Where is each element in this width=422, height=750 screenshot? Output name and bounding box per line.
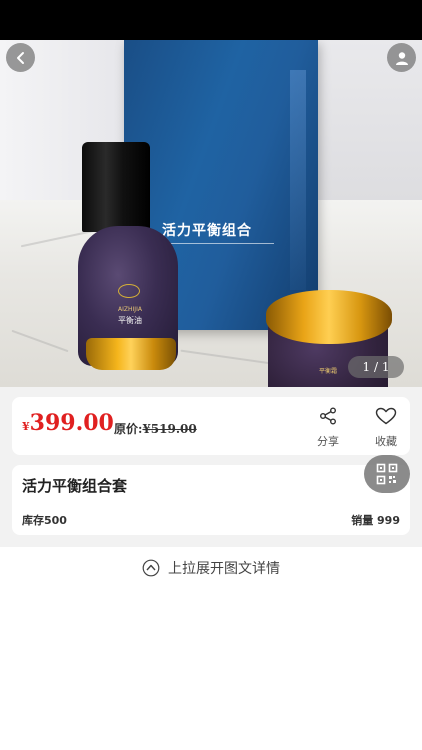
- sales-count: 销量 999: [351, 514, 400, 527]
- heart-outline-icon: [375, 407, 397, 425]
- back-button[interactable]: [6, 43, 35, 72]
- user-icon: [395, 51, 408, 65]
- bottle-name: 平衡油: [118, 316, 142, 325]
- price-amount: 399.00: [29, 410, 114, 436]
- price-card: ¥399.00 原价:¥519.00 分享 收藏: [12, 397, 410, 455]
- current-price: ¥399.00: [22, 410, 114, 436]
- share-button[interactable]: 分享: [308, 407, 348, 449]
- price-currency: ¥: [22, 420, 30, 433]
- box-title: 活力平衡组合: [162, 223, 252, 239]
- original-price: 原价:¥519.00: [114, 420, 197, 437]
- pull-up-text: 上拉展开图文详情: [168, 561, 280, 577]
- status-bar: [0, 0, 422, 40]
- product-info-card: 活力平衡组合套 库存500 销量 999: [12, 465, 410, 535]
- chevron-up-circle-icon: [142, 559, 160, 577]
- qr-code-button[interactable]: [364, 455, 410, 493]
- chevron-left-icon: [16, 51, 24, 64]
- share-label: 分享: [317, 435, 339, 448]
- image-page-indicator: 1 / 1: [348, 356, 404, 378]
- bottle-brand: AIZHIJIA: [118, 306, 142, 313]
- jar-lid: [266, 290, 392, 344]
- share-icon: [320, 407, 336, 425]
- original-price-value: ¥519.00: [142, 422, 197, 436]
- favorite-label: 收藏: [375, 435, 397, 448]
- bottle-cap: [82, 142, 150, 232]
- bottle-label: AIZHIJIA 平衡油: [102, 290, 158, 326]
- qr-code-icon: [376, 463, 398, 485]
- bottle-base: [86, 338, 176, 370]
- original-price-label: 原价:: [114, 422, 143, 436]
- stock-count: 库存500: [22, 514, 67, 527]
- favorite-button[interactable]: 收藏: [366, 407, 406, 449]
- product-title: 活力平衡组合套: [22, 477, 128, 495]
- pull-up-details[interactable]: 上拉展开图文详情: [0, 557, 422, 579]
- user-button[interactable]: [387, 43, 416, 72]
- product-image-gallery[interactable]: 活力平衡组合 AIZHIJIA 平衡油 平衡霜: [0, 40, 422, 387]
